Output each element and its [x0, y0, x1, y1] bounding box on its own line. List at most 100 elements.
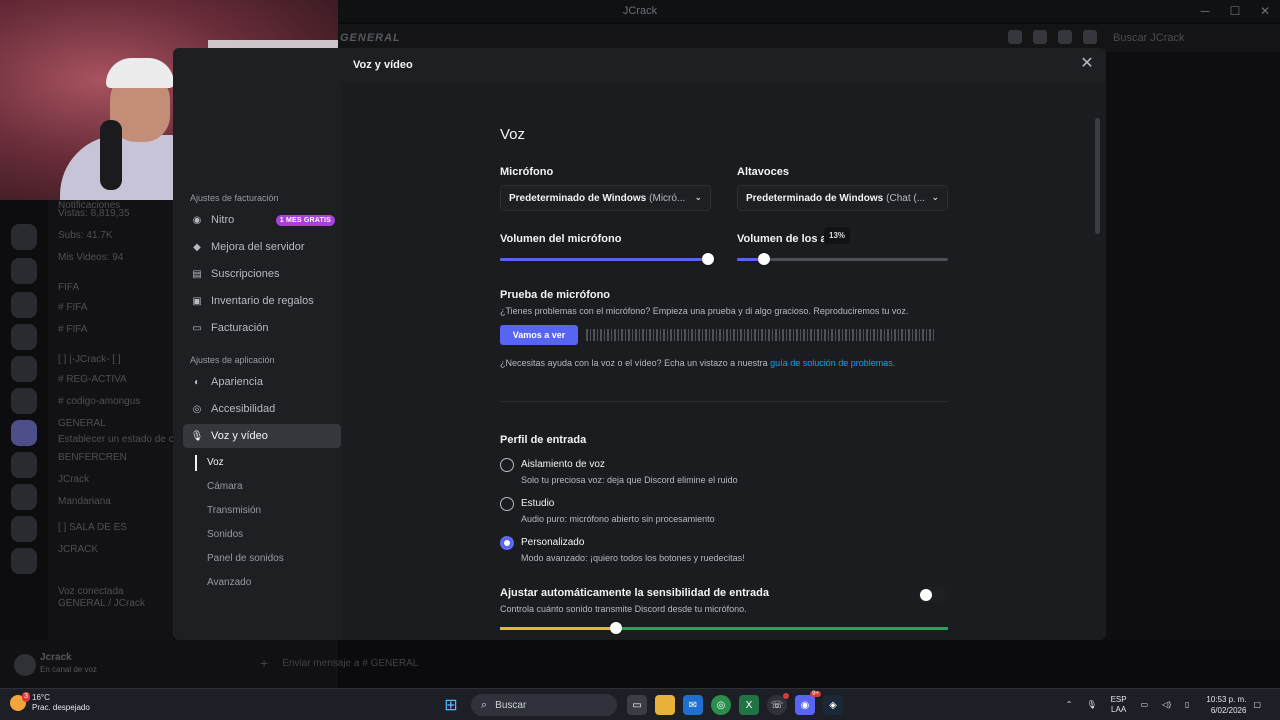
channel-item[interactable]: # REG-ACTIVA: [58, 374, 127, 385]
channel-item[interactable]: Subs: 41.7K: [58, 230, 112, 241]
scrollbar[interactable]: [1095, 118, 1100, 234]
file-explorer-icon[interactable]: [655, 695, 675, 715]
members-icon[interactable]: [1083, 30, 1097, 44]
volume-icon[interactable]: ◁): [1162, 700, 1171, 710]
channel-item[interactable]: Vistas: 8,819,35: [58, 208, 130, 219]
microphone-select[interactable]: Predeterminado de Windows (Micró... ⌄: [500, 185, 711, 211]
server-icon[interactable]: [11, 258, 37, 284]
slider-handle[interactable]: [610, 622, 623, 634]
speakers-select[interactable]: Predeterminado de Windows (Chat (... ⌄: [737, 185, 948, 211]
server-icon[interactable]: [11, 324, 37, 350]
server-icon[interactable]: [11, 452, 37, 478]
battery-icon[interactable]: ▯: [1185, 700, 1189, 710]
mic-test-button[interactable]: Vamos a ver: [500, 325, 578, 345]
tray-overflow-icon[interactable]: ⌃: [1066, 700, 1073, 710]
server-icon[interactable]: [11, 224, 37, 250]
bell-icon[interactable]: [1033, 30, 1047, 44]
server-icon[interactable]: [11, 516, 37, 542]
channel-item[interactable]: GENERAL: [58, 418, 106, 429]
avatar[interactable]: [14, 654, 36, 676]
channel-item[interactable]: JCRACK: [58, 544, 98, 555]
windows-start-icon[interactable]: ⊞: [441, 695, 461, 715]
sidebar-item-inventario-de-regalos[interactable]: ▣ Inventario de regalos: [183, 289, 341, 313]
input-profile-radio[interactable]: [500, 497, 514, 511]
taskbar-search[interactable]: ⌕ Buscar: [471, 694, 617, 716]
meter-bar: [775, 329, 777, 341]
search-input[interactable]: Buscar JCrack: [1105, 28, 1270, 48]
server-icon[interactable]: [11, 484, 37, 510]
network-icon[interactable]: ▭: [1141, 700, 1149, 710]
channel-item[interactable]: GENERAL / JCrack: [58, 598, 145, 609]
sidebar-item-nitro[interactable]: ◉ Nitro 1 MES GRATIS: [183, 208, 341, 232]
weather-widget[interactable]: 3 16°C Prac. despejado: [10, 692, 90, 713]
input-profile-radio[interactable]: [500, 536, 514, 550]
server-icon[interactable]: [11, 420, 37, 446]
subnav-item[interactable]: Cámara: [183, 475, 341, 499]
sidebar-item-voz-y-vídeo[interactable]: 🎙 Voz y vídeo: [183, 424, 341, 448]
meter-bar: [754, 329, 756, 341]
sidebar-item-label: Nitro: [211, 214, 235, 226]
channel-item[interactable]: BENFERCREN: [58, 452, 127, 463]
server-icon[interactable]: [11, 292, 37, 318]
sidebar-item-apariencia[interactable]: ◐ Apariencia: [183, 370, 341, 394]
channel-item[interactable]: # codigo-amongus: [58, 396, 140, 407]
sidebar-item-mejora-del-servidor[interactable]: ◆ Mejora del servidor: [183, 235, 341, 259]
message-input[interactable]: + Enviar mensaje a # GENERAL: [260, 650, 1280, 676]
speaker-volume-slider[interactable]: [737, 253, 948, 265]
slider-handle[interactable]: [758, 253, 771, 265]
sensitivity-slider[interactable]: [500, 622, 948, 634]
channel-item[interactable]: [ ] SALA DE ES: [58, 522, 127, 533]
channel-item[interactable]: Mis Videos: 94: [58, 252, 123, 263]
maximize-icon[interactable]: ☐: [1220, 0, 1250, 22]
close-window-icon[interactable]: ✕: [1250, 0, 1280, 22]
minimize-icon[interactable]: ─: [1190, 0, 1220, 22]
pin-icon[interactable]: [1058, 30, 1072, 44]
channel-item[interactable]: FIFA: [58, 282, 79, 293]
notifications-icon[interactable]: ▢: [1253, 700, 1261, 710]
app-settings-header: Ajustes de aplicación: [190, 355, 275, 365]
server-icon[interactable]: [11, 388, 37, 414]
weather-badge: 3: [22, 692, 30, 702]
server-icon[interactable]: [11, 356, 37, 382]
sensitivity-below-threshold: [500, 627, 617, 630]
channel-item[interactable]: Voz conectada: [58, 586, 124, 597]
sidebar-item-facturación[interactable]: ▭ Facturación: [183, 316, 341, 340]
task-view-icon[interactable]: ▭: [627, 695, 647, 715]
add-attachment-icon[interactable]: +: [260, 655, 268, 671]
subnav-item[interactable]: Avanzado: [183, 571, 341, 595]
subnav-item[interactable]: Transmisión: [183, 499, 341, 523]
chrome-icon[interactable]: ◎: [711, 695, 731, 715]
channel-item[interactable]: JCrack: [58, 474, 89, 485]
taskbar-apps: ⊞ ⌕ Buscar ▭ ✉ ◎ X ☏ ◉ 9+ ◈: [437, 691, 847, 717]
channel-item[interactable]: # FIFA: [58, 324, 87, 335]
channel-item[interactable]: Mandariana: [58, 496, 111, 507]
input-profile-radio[interactable]: [500, 458, 514, 472]
meter-bar: [750, 329, 752, 341]
slider-handle[interactable]: [702, 253, 714, 265]
subnav-item[interactable]: Panel de sonidos: [183, 547, 341, 571]
sidebar-item-suscripciones[interactable]: ▤ Suscripciones: [183, 262, 341, 286]
close-icon[interactable]: ✕: [1078, 56, 1096, 74]
excel-icon[interactable]: X: [739, 695, 759, 715]
troubleshooting-link[interactable]: guía de solución de problemas.: [770, 358, 895, 368]
settings-sidebar: Ajustes de facturación ◉ Nitro 1 MES GRATI…: [173, 188, 341, 640]
meter-bar: [645, 329, 647, 341]
mail-icon[interactable]: ✉: [683, 695, 703, 715]
sidebar-item-accesibilidad[interactable]: ◎ Accesibilidad: [183, 397, 341, 421]
channel-item[interactable]: Establecer un estado de canal: [58, 434, 173, 445]
subnav-item[interactable]: Voz: [183, 451, 341, 475]
whatsapp-icon[interactable]: ☏: [767, 693, 789, 715]
steam-icon[interactable]: ◈: [823, 695, 843, 715]
auto-sensitivity-toggle[interactable]: [918, 587, 948, 603]
mic-tray-icon[interactable]: 🎙: [1086, 700, 1096, 710]
channel-item[interactable]: # FIFA: [58, 302, 87, 313]
discord-icon[interactable]: ◉ 9+: [795, 691, 821, 715]
language-indicator[interactable]: ESP LAA: [1111, 695, 1127, 715]
mic-volume-slider[interactable]: [500, 253, 714, 265]
meter-bar: [638, 329, 640, 341]
subnav-item[interactable]: Sonidos: [183, 523, 341, 547]
clock[interactable]: 10:53 p. m. 6/02/2026: [1206, 694, 1246, 716]
server-icon[interactable]: [11, 548, 37, 574]
channel-item[interactable]: [ ] |-JCrack- [ ]: [58, 354, 121, 365]
threads-icon[interactable]: [1008, 30, 1022, 44]
